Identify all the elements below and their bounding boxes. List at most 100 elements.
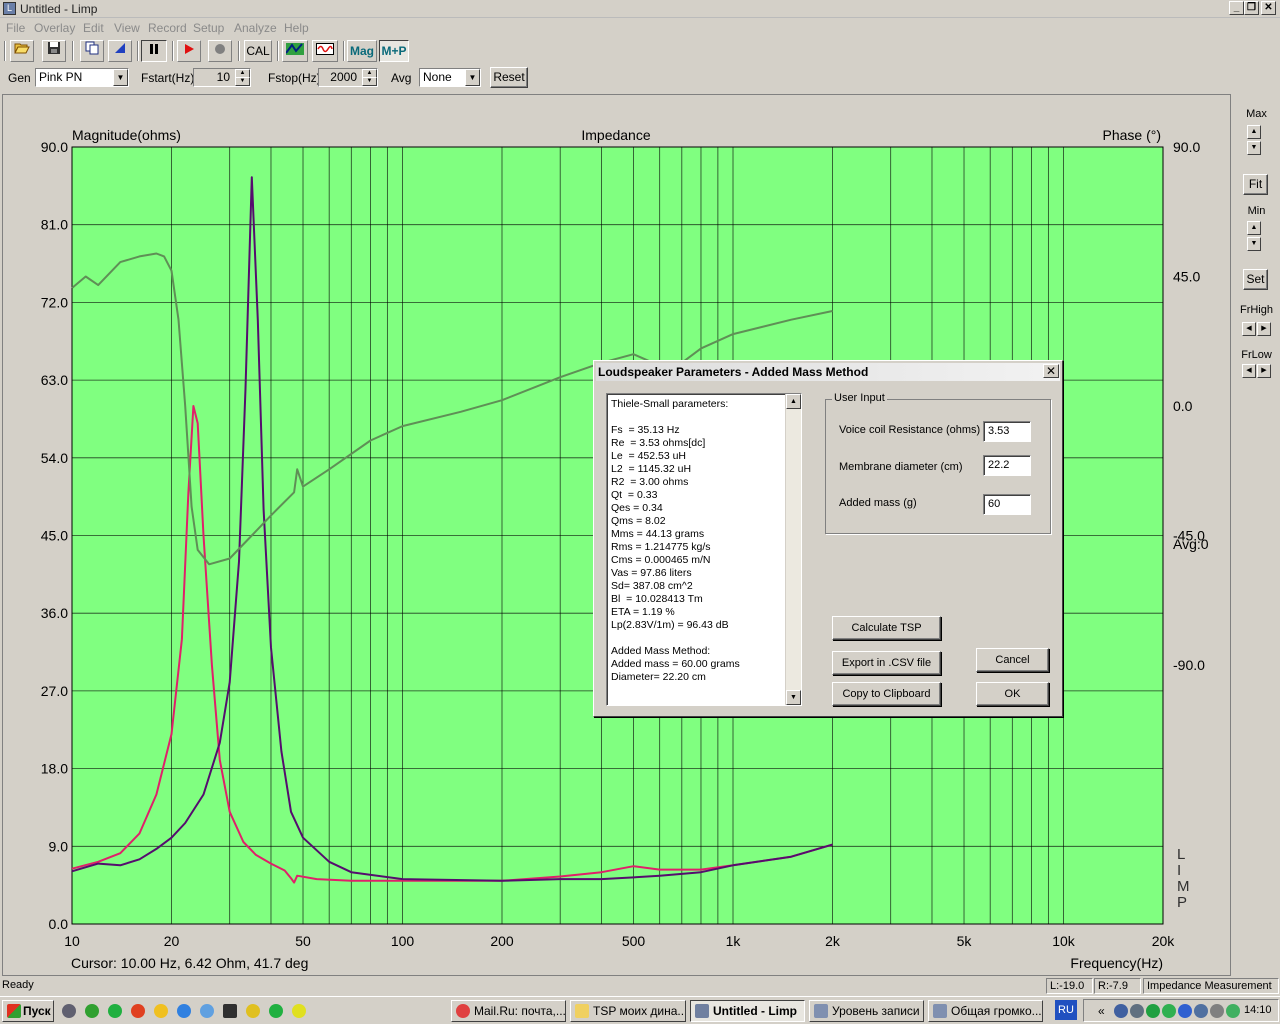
- x-tick-label: 50: [295, 933, 311, 949]
- magnitude-phase-button[interactable]: M+P: [379, 40, 409, 62]
- fit-button[interactable]: Fit: [1243, 174, 1268, 195]
- open-icon[interactable]: [10, 40, 34, 62]
- quicklaunch-icon[interactable]: [108, 1004, 122, 1018]
- menu-edit[interactable]: Edit: [83, 21, 104, 35]
- quicklaunch-icon[interactable]: [292, 1004, 306, 1018]
- frhigh-right-icon[interactable]: ▶: [1257, 322, 1271, 336]
- start-button[interactable]: Пуск: [2, 1000, 54, 1022]
- task-mail[interactable]: Mail.Ru: почта,...: [451, 1000, 566, 1022]
- tray-icon[interactable]: [1130, 1004, 1144, 1018]
- chart-title: Impedance: [581, 127, 650, 143]
- x-tick-label: 100: [391, 933, 415, 949]
- menu-record[interactable]: Record: [148, 21, 187, 35]
- max-label: Max: [1246, 108, 1267, 120]
- fstop-label: Fstop(Hz): [268, 71, 321, 85]
- quicklaunch-icon[interactable]: [154, 1004, 168, 1018]
- x-tick-label: 5k: [957, 933, 973, 949]
- tray-icon[interactable]: [1226, 1004, 1240, 1018]
- tray-icon[interactable]: [1210, 1004, 1224, 1018]
- max-up-icon[interactable]: ▲: [1247, 125, 1261, 139]
- fstop-stepper[interactable]: 2000 ▲ ▼: [318, 68, 378, 87]
- vertical-scrollbar[interactable]: ▲ ▼: [785, 394, 801, 705]
- quicklaunch-icon[interactable]: [200, 1004, 214, 1018]
- y-axis-title: Magnitude(ohms): [72, 127, 181, 143]
- waveform-icon[interactable]: [312, 40, 338, 62]
- avg-select[interactable]: None ▼: [419, 68, 481, 87]
- min-down-icon[interactable]: ▼: [1247, 237, 1261, 251]
- spin-down-icon[interactable]: ▼: [362, 77, 377, 86]
- minimize-button[interactable]: _: [1229, 1, 1244, 15]
- task-volume[interactable]: Общая громко...: [928, 1000, 1043, 1022]
- tray-icon[interactable]: [1162, 1004, 1176, 1018]
- gen-select[interactable]: Pink PN ▼: [35, 68, 129, 87]
- save-icon[interactable]: [42, 40, 66, 62]
- mag-button[interactable]: Mag: [347, 40, 377, 62]
- language-indicator[interactable]: RU: [1055, 1000, 1077, 1020]
- task-recording-level[interactable]: Уровень записи: [809, 1000, 924, 1022]
- spectrum-icon[interactable]: [282, 40, 308, 62]
- parameters-textbox[interactable]: Thiele-Small parameters: Fs = 35.13 Hz Re …: [606, 393, 802, 706]
- copy-to-clipboard-button[interactable]: Copy to Clipboard: [832, 682, 941, 706]
- export-csv-button[interactable]: Export in .CSV file: [832, 651, 941, 675]
- quicklaunch-icon[interactable]: [269, 1004, 283, 1018]
- pause-icon[interactable]: [141, 40, 167, 62]
- fstart-stepper[interactable]: 10 ▲ ▼: [193, 68, 251, 87]
- ok-button[interactable]: OK: [976, 682, 1049, 706]
- menu-analyze[interactable]: Analyze: [234, 21, 277, 35]
- task-label: Mail.Ru: почта,...: [474, 1004, 566, 1018]
- loudspeaker-parameters-dialog: Loudspeaker Parameters - Added Mass Meth…: [593, 360, 1063, 717]
- max-down-icon[interactable]: ▼: [1247, 141, 1261, 155]
- frlow-left-icon[interactable]: ◀: [1242, 364, 1256, 378]
- close-button[interactable]: ✕: [1261, 1, 1276, 15]
- menu-view[interactable]: View: [114, 21, 140, 35]
- tray-icon[interactable]: [1194, 1004, 1208, 1018]
- limp-icon: [695, 1004, 709, 1018]
- play-icon[interactable]: [177, 40, 201, 62]
- task-folder[interactable]: TSP моих дина...: [570, 1000, 686, 1022]
- reset-button[interactable]: Reset: [490, 67, 528, 88]
- frlow-label: FrLow: [1241, 349, 1272, 361]
- x-axis-title: Frequency(Hz): [1070, 955, 1163, 971]
- voice-coil-resistance-input[interactable]: 3.53: [983, 421, 1031, 442]
- chevron-down-icon[interactable]: ▼: [465, 69, 480, 86]
- min-up-icon[interactable]: ▲: [1247, 221, 1261, 235]
- menu-file[interactable]: File: [6, 21, 25, 35]
- scroll-down-icon[interactable]: ▼: [786, 690, 801, 705]
- menu-setup[interactable]: Setup: [193, 21, 224, 35]
- spin-down-icon[interactable]: ▼: [235, 77, 250, 86]
- calculate-tsp-button[interactable]: Calculate TSP: [832, 616, 941, 640]
- chevron-down-icon[interactable]: ▼: [113, 69, 128, 86]
- maximize-button[interactable]: ❐: [1244, 1, 1259, 15]
- tray-icon[interactable]: [1146, 1004, 1160, 1018]
- tray-icon[interactable]: [1178, 1004, 1192, 1018]
- copy-icon[interactable]: [80, 40, 104, 62]
- quicklaunch-icon[interactable]: [223, 1004, 237, 1018]
- set-button[interactable]: Set: [1243, 269, 1268, 290]
- quicklaunch-icon[interactable]: [177, 1004, 191, 1018]
- quicklaunch-icon[interactable]: [85, 1004, 99, 1018]
- frhigh-left-icon[interactable]: ◀: [1242, 322, 1256, 336]
- menu-overlay[interactable]: Overlay: [34, 21, 75, 35]
- x-tick-label: 500: [622, 933, 646, 949]
- menu-help[interactable]: Help: [284, 21, 309, 35]
- y2-tick-label: -90.0: [1173, 657, 1205, 673]
- window-title: Untitled - Limp: [20, 2, 98, 16]
- scroll-up-icon[interactable]: ▲: [786, 394, 801, 409]
- quicklaunch-icon[interactable]: [62, 1004, 76, 1018]
- quicklaunch-icon[interactable]: [131, 1004, 145, 1018]
- cal-button[interactable]: CAL: [244, 40, 272, 62]
- app-icon[interactable]: L: [3, 2, 16, 15]
- dialog-close-button[interactable]: ✕: [1043, 364, 1059, 378]
- record-icon[interactable]: [208, 40, 232, 62]
- quicklaunch-icon[interactable]: [246, 1004, 260, 1018]
- tray-expand-icon[interactable]: «: [1098, 1004, 1105, 1018]
- task-limp[interactable]: Untitled - Limp: [690, 1000, 805, 1022]
- membrane-diameter-input[interactable]: 22.2: [983, 455, 1031, 476]
- x-tick-label: 20k: [1152, 933, 1176, 949]
- frlow-right-icon[interactable]: ▶: [1257, 364, 1271, 378]
- toolbar-separator: [343, 41, 345, 61]
- tray-icon[interactable]: [1114, 1004, 1128, 1018]
- overlay-icon[interactable]: [108, 40, 132, 62]
- cancel-button[interactable]: Cancel: [976, 648, 1049, 672]
- added-mass-input[interactable]: 60: [983, 494, 1031, 515]
